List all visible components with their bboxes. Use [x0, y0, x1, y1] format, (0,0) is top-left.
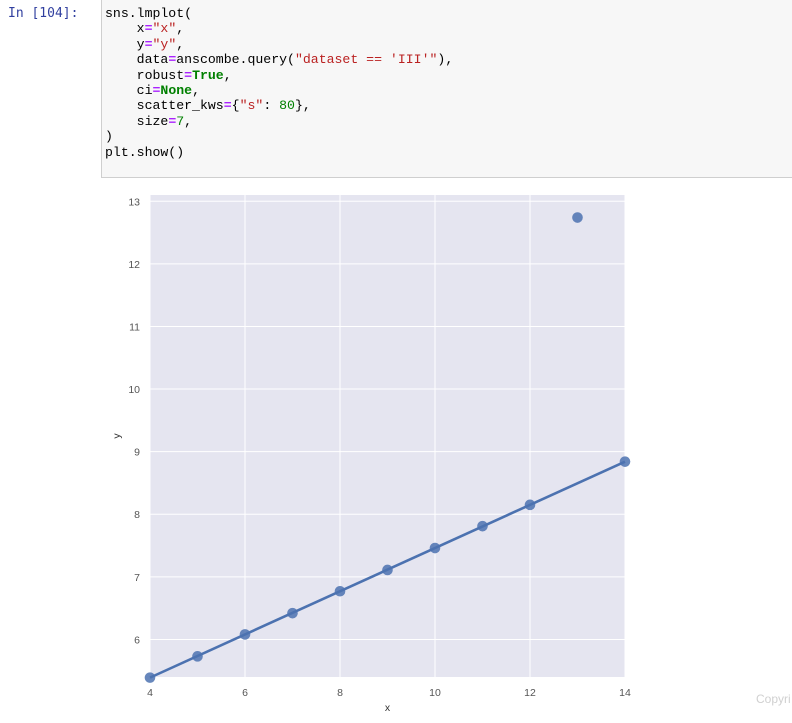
x-axis-label: x — [385, 702, 391, 714]
data-point — [192, 651, 203, 662]
data-point — [619, 456, 631, 467]
y-tick-label: 9 — [134, 447, 140, 459]
data-point — [144, 672, 156, 683]
data-point — [334, 585, 346, 597]
cell-output: 4 6 8 10 12 14 6 7 8 9 10 11 12 13 x y — [101, 180, 792, 719]
data-point — [239, 629, 251, 640]
y-tick-label: 6 — [134, 634, 140, 646]
y-tick-label: 10 — [128, 384, 140, 396]
x-tick-label: 14 — [619, 687, 631, 699]
data-point — [524, 499, 536, 511]
code-editor[interactable]: sns.lmplot( x="x", y="y", data=anscombe.… — [105, 6, 453, 160]
cell-prompt: In [104]: — [8, 6, 79, 21]
y-tick-labels: 6 7 8 9 10 11 12 13 — [128, 196, 140, 646]
copyright-watermark: Copyri — [756, 692, 791, 706]
x-tick-labels: 4 6 8 10 12 14 — [147, 687, 631, 699]
y-tick-label: 7 — [134, 572, 140, 584]
data-point — [477, 520, 488, 532]
x-tick-label: 12 — [524, 687, 536, 699]
data-point — [429, 542, 441, 554]
scatter-chart: 4 6 8 10 12 14 6 7 8 9 10 11 12 13 x y — [111, 195, 631, 714]
x-tick-label: 4 — [147, 687, 153, 699]
x-tick-label: 8 — [337, 687, 343, 699]
y-tick-label: 13 — [128, 196, 140, 208]
data-point — [572, 212, 583, 223]
y-tick-label: 8 — [134, 509, 140, 521]
y-axis-label: y — [111, 433, 123, 439]
y-tick-label: 11 — [129, 321, 140, 333]
data-point — [382, 564, 393, 576]
y-tick-label: 12 — [128, 259, 140, 271]
x-tick-label: 6 — [242, 687, 248, 699]
x-tick-label: 10 — [429, 687, 441, 699]
plot-background — [150, 195, 625, 677]
data-point — [287, 607, 298, 619]
